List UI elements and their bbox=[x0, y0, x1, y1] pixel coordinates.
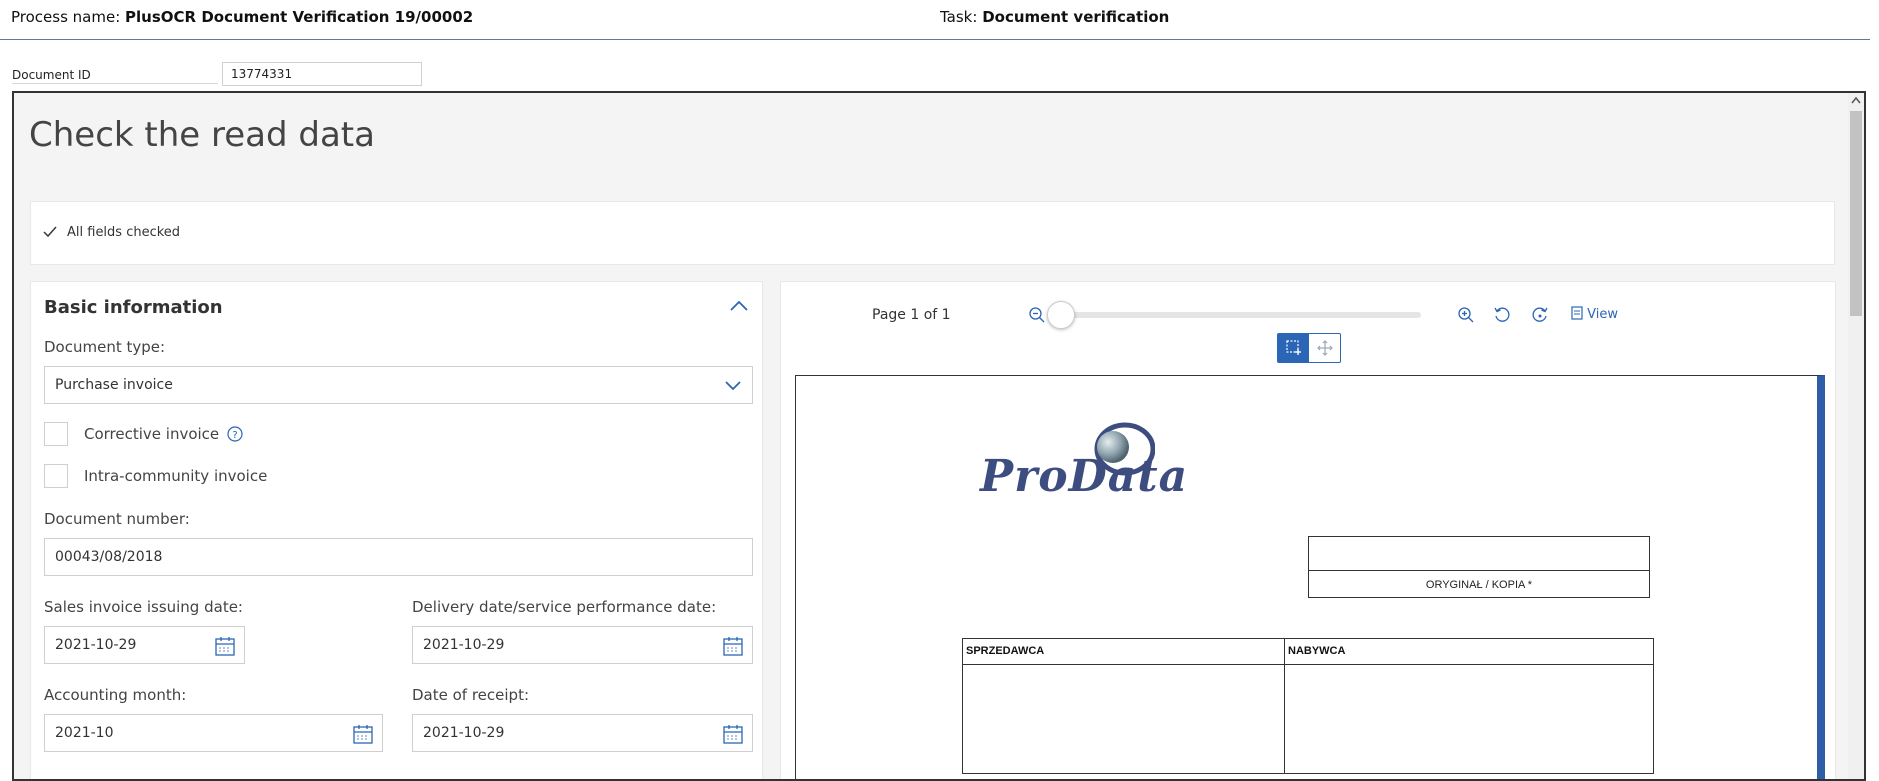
delivery-date-label: Delivery date/service performance date: bbox=[412, 598, 717, 616]
document-type-select[interactable]: Purchase invoice bbox=[44, 366, 753, 404]
receipt-date-label: Date of receipt: bbox=[412, 686, 530, 704]
buyer-header: NABYWCA bbox=[1288, 645, 1346, 657]
document-id-field[interactable] bbox=[222, 62, 422, 86]
table-divider bbox=[1284, 639, 1285, 773]
calendar-icon[interactable] bbox=[722, 635, 744, 657]
task-name: Task: Document verification bbox=[940, 8, 1169, 26]
select-area-button[interactable] bbox=[1278, 334, 1309, 362]
box-divider bbox=[1309, 570, 1649, 571]
main-frame: Check the read data All fields checked B… bbox=[12, 91, 1866, 781]
zoom-slider-handle[interactable] bbox=[1047, 301, 1075, 329]
issuing-date-field[interactable]: 2021-10-29 bbox=[44, 626, 245, 664]
rotate-right-icon[interactable] bbox=[1531, 306, 1549, 324]
zoom-in-icon[interactable] bbox=[1457, 306, 1475, 324]
document-icon bbox=[1571, 306, 1583, 320]
zoom-out-icon[interactable] bbox=[1028, 306, 1046, 324]
calendar-icon[interactable] bbox=[722, 723, 744, 745]
corrective-invoice-label: Corrective invoice bbox=[84, 425, 220, 443]
original-copy-box: ORYGINAŁ / KOPIA * bbox=[1308, 536, 1650, 598]
svg-text:?: ? bbox=[232, 430, 237, 441]
document-number-label: Document number: bbox=[44, 510, 190, 528]
issuing-date-label: Sales invoice issuing date: bbox=[44, 598, 243, 616]
process-value: PlusOCR Document Verification 19/00002 bbox=[125, 8, 474, 26]
issuing-date-value: 2021-10-29 bbox=[55, 637, 137, 653]
accounting-month-field[interactable]: 2021-10 bbox=[44, 714, 383, 752]
viewer-mode-toggle bbox=[1277, 333, 1341, 363]
receipt-date-field[interactable]: 2021-10-29 bbox=[412, 714, 753, 752]
checkmark-icon bbox=[43, 226, 57, 238]
receipt-date-value: 2021-10-29 bbox=[423, 725, 505, 741]
delivery-date-value: 2021-10-29 bbox=[423, 637, 505, 653]
document-id-label: Document ID bbox=[12, 68, 91, 82]
accounting-month-label: Accounting month: bbox=[44, 686, 187, 704]
document-type-value: Purchase invoice bbox=[55, 377, 173, 393]
select-area-icon bbox=[1285, 340, 1301, 355]
calendar-icon[interactable] bbox=[214, 635, 236, 657]
page-indicator: Page 1 of 1 bbox=[872, 307, 951, 323]
process-name: Process name: PlusOCR Document Verificat… bbox=[11, 8, 473, 26]
help-icon[interactable]: ? bbox=[227, 426, 243, 442]
view-button-label: View bbox=[1587, 307, 1618, 322]
calendar-icon[interactable] bbox=[352, 723, 374, 745]
intra-community-invoice-checkbox[interactable] bbox=[44, 464, 68, 488]
task-label: Task: bbox=[940, 8, 978, 26]
task-value: Document verification bbox=[982, 8, 1170, 26]
zoom-slider[interactable] bbox=[1051, 312, 1421, 318]
document-number-value: 00043/08/2018 bbox=[55, 549, 163, 565]
original-copy-text: ORYGINAŁ / KOPIA * bbox=[1425, 579, 1533, 591]
pan-button[interactable] bbox=[1309, 334, 1340, 362]
document-preview[interactable]: ProData ORYGINAŁ / KOPIA * SPRZEDAWCA NA… bbox=[795, 375, 1825, 779]
document-number-field[interactable]: 00043/08/2018 bbox=[44, 538, 753, 576]
intra-community-invoice-label: Intra-community invoice bbox=[84, 467, 268, 485]
status-text: All fields checked bbox=[67, 225, 181, 240]
status-bar: All fields checked bbox=[30, 201, 1835, 265]
vertical-scrollbar[interactable] bbox=[1848, 93, 1864, 779]
page-title: Check the read data bbox=[29, 115, 375, 155]
scrollbar-thumb[interactable] bbox=[1850, 111, 1862, 316]
delivery-date-field[interactable]: 2021-10-29 bbox=[412, 626, 753, 664]
logo-text: ProData bbox=[980, 451, 1189, 502]
document-type-label: Document type: bbox=[44, 338, 166, 356]
document-id-divider bbox=[12, 83, 218, 84]
document-viewer-panel: Page 1 of 1 View ProData ORYGINAŁ / KOPI… bbox=[780, 281, 1836, 779]
process-label: Process name: bbox=[11, 8, 121, 26]
process-header: Process name: PlusOCR Document Verificat… bbox=[0, 0, 1870, 40]
chevron-down-icon bbox=[725, 381, 741, 391]
view-button[interactable]: View bbox=[1571, 306, 1618, 322]
chevron-up-icon[interactable] bbox=[729, 298, 749, 314]
scroll-up-icon[interactable] bbox=[1851, 96, 1861, 104]
move-icon bbox=[1316, 340, 1333, 356]
accounting-month-value: 2021-10 bbox=[55, 725, 114, 741]
seller-header: SPRZEDAWCA bbox=[966, 645, 1045, 657]
seller-buyer-table: SPRZEDAWCA NABYWCA bbox=[962, 638, 1654, 774]
table-header-divider bbox=[963, 664, 1653, 665]
rotate-left-icon[interactable] bbox=[1493, 306, 1511, 324]
corrective-invoice-checkbox[interactable] bbox=[44, 422, 68, 446]
basic-information-panel: Basic information Document type: Purchas… bbox=[30, 281, 763, 779]
section-title: Basic information bbox=[44, 297, 223, 318]
